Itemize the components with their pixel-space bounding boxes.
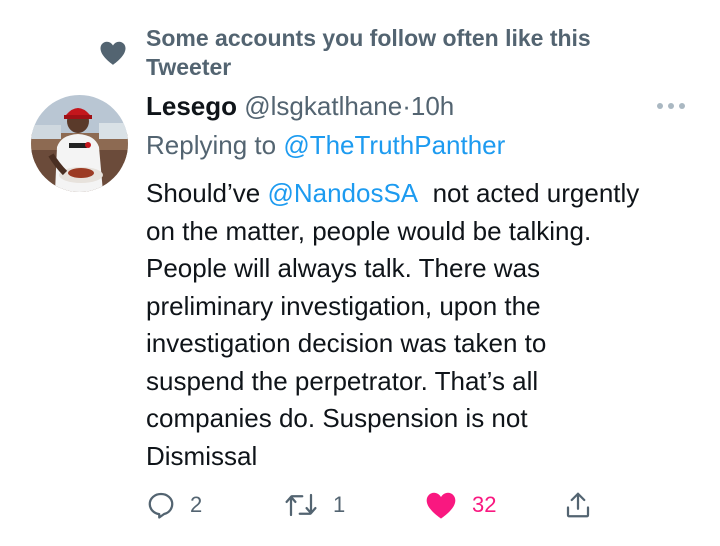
user-handle[interactable]: @lsgkatlhane <box>244 91 402 121</box>
reply-button[interactable]: 2 <box>146 480 202 530</box>
heart-icon <box>100 41 126 65</box>
tweet-line-text: not acted urgently <box>432 178 640 208</box>
replying-to: Replying to @TheTruthPanther <box>146 127 505 163</box>
tweet-mention[interactable]: @NandosSA <box>267 178 418 208</box>
tweet-line: suspend the perpetrator. That’s all <box>146 365 539 396</box>
avatar-photo <box>31 95 128 192</box>
replying-to-label: Replying to <box>146 130 277 160</box>
tweet-actions: 2 1 32 <box>0 480 720 530</box>
timestamp[interactable]: 10h <box>411 91 454 121</box>
share-icon <box>566 492 590 518</box>
replying-to-mention[interactable]: @TheTruthPanther <box>283 130 505 160</box>
tweet-line: preliminary investigation, upon the <box>146 290 541 321</box>
reply-icon <box>148 492 174 519</box>
tweet-header: Lesego @lsgkatlhane·10h <box>146 88 454 124</box>
social-context-text: Some accounts you follow often like this… <box>146 25 591 80</box>
retweet-count: 1 <box>333 492 346 517</box>
like-button[interactable]: 32 <box>424 480 496 530</box>
tweet-line: companies do. Suspension is not <box>146 403 528 433</box>
display-name[interactable]: Lesego <box>146 91 237 121</box>
retweet-icon <box>285 493 317 517</box>
tweet-line: Should’ve @NandosSA not acted urgently <box>146 175 706 213</box>
tweet-line: investigation decision was taken to <box>146 328 547 358</box>
more-icon[interactable] <box>654 92 688 120</box>
avatar[interactable] <box>31 95 128 192</box>
retweet-button[interactable]: 1 <box>283 480 345 530</box>
like-count: 32 <box>472 492 497 517</box>
tweet-line-text: Should’ve <box>146 178 261 208</box>
tweet-line: People will always talk. There was <box>146 253 541 283</box>
separator-dot: · <box>402 91 411 121</box>
tweet-text: Should’ve @NandosSA not acted urgently o… <box>146 175 706 475</box>
share-button[interactable] <box>563 480 593 530</box>
tweet-line: on the matter, people would be talking. <box>146 215 592 246</box>
like-icon <box>426 492 456 519</box>
tweet-line: Dismissal <box>146 440 258 471</box>
reply-count: 2 <box>190 492 203 517</box>
